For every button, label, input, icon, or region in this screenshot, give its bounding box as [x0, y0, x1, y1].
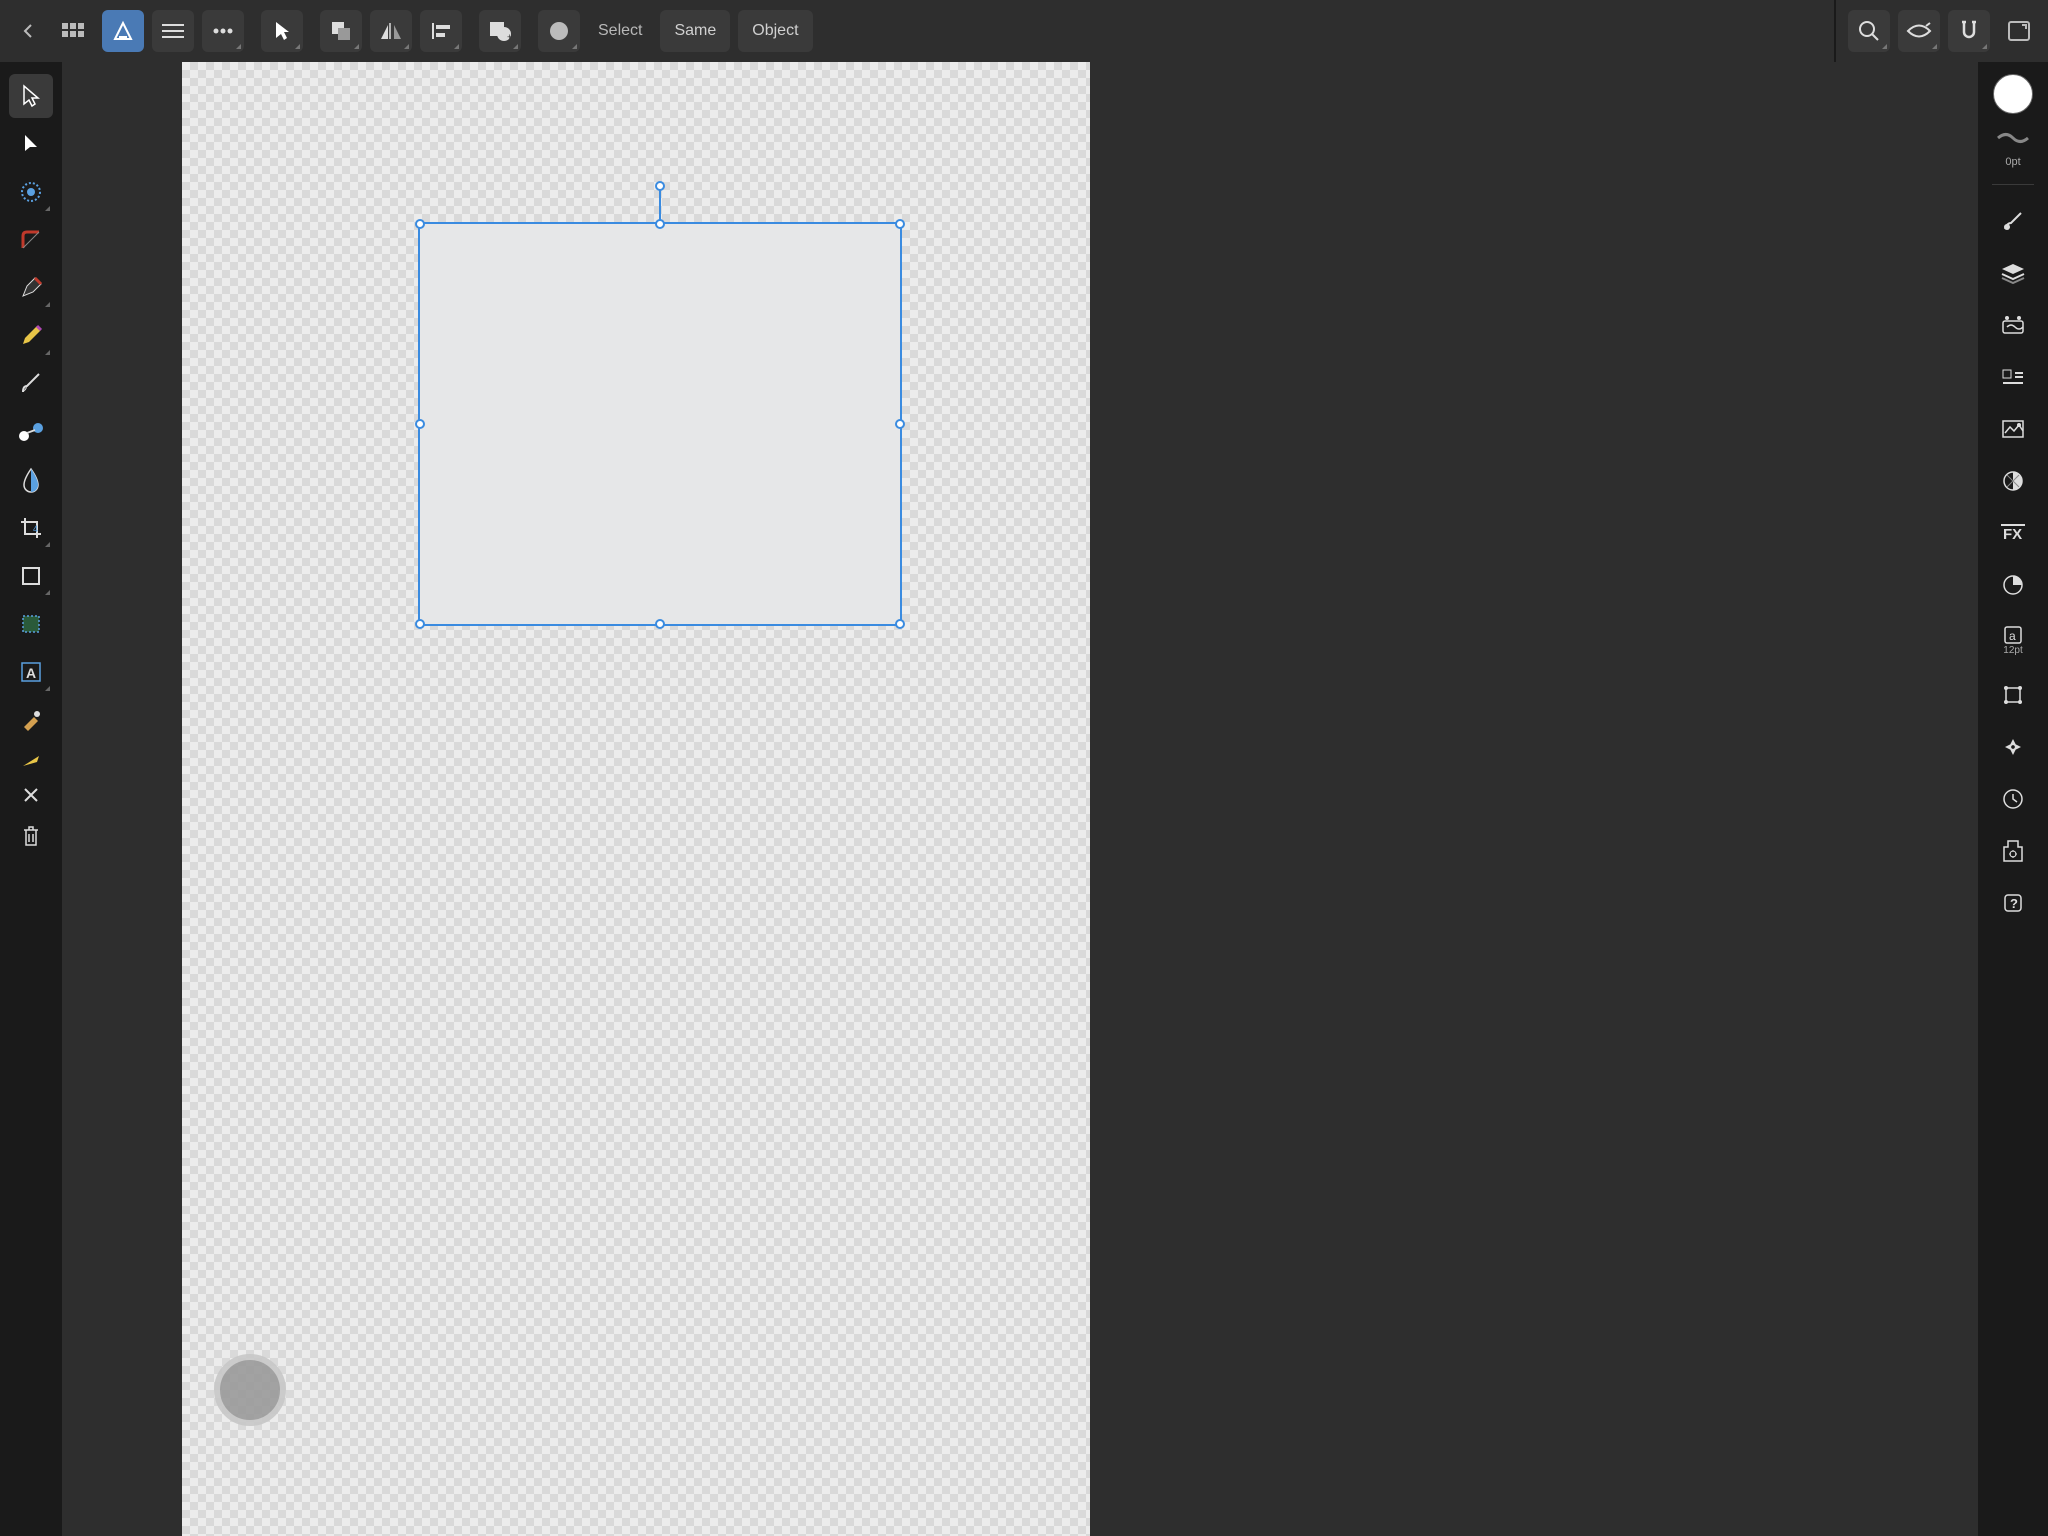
transparency-tool[interactable] — [9, 458, 53, 502]
arrange-order-button[interactable] — [320, 10, 362, 52]
shape-tool[interactable] — [9, 554, 53, 598]
crop-tool[interactable]: 4 — [9, 506, 53, 550]
node-tool[interactable] — [9, 122, 53, 166]
font-size-label: 12pt — [2003, 645, 2022, 656]
corner-tool[interactable] — [9, 218, 53, 262]
svg-text:?: ? — [2010, 896, 2018, 911]
svg-text:4: 4 — [33, 524, 38, 534]
adjustments-panel-icon[interactable] — [1993, 305, 2033, 345]
handle-br[interactable] — [895, 619, 905, 629]
select-object-button[interactable]: Object — [738, 10, 812, 52]
handle-mr[interactable] — [895, 419, 905, 429]
object-label: Object — [752, 22, 798, 40]
top-toolbar: + Select Same Object — [0, 0, 2048, 62]
stock-panel-icon[interactable] — [1993, 409, 2033, 449]
document-canvas[interactable] — [182, 62, 1090, 1536]
brushes-panel-icon[interactable] — [1993, 201, 2033, 241]
stroke-width-label: 0pt — [2005, 156, 2020, 168]
preferences-panel-icon[interactable] — [1993, 831, 2033, 871]
vector-brush-tool[interactable] — [9, 362, 53, 406]
transform-panel-icon[interactable] — [1993, 675, 2033, 715]
right-studio: 0pt FX a 12pt ? — [1978, 62, 2048, 1536]
delete-tool[interactable] — [9, 814, 53, 858]
handle-tc[interactable] — [655, 219, 665, 229]
help-panel-icon[interactable]: ? — [1993, 883, 2033, 923]
navigator-panel-icon[interactable] — [1993, 727, 2033, 767]
svg-text:FX: FX — [2003, 526, 2022, 542]
appearance-panel-icon[interactable] — [1993, 461, 2033, 501]
text-panel-icon[interactable] — [1993, 357, 2033, 397]
point-transform-tool[interactable] — [9, 170, 53, 214]
handle-tr[interactable] — [895, 219, 905, 229]
preview-button[interactable] — [1898, 10, 1940, 52]
move-cursor-toggle[interactable] — [261, 10, 303, 52]
select-same-button[interactable]: Same — [660, 10, 730, 52]
move-tool[interactable] — [9, 74, 53, 118]
character-panel-icon[interactable]: a 12pt — [1993, 617, 2033, 663]
selected-rectangle[interactable] — [418, 222, 902, 626]
same-label: Same — [674, 22, 716, 40]
document-menu-button[interactable] — [152, 10, 194, 52]
align-button[interactable] — [420, 10, 462, 52]
layers-panel-icon[interactable] — [1993, 253, 2033, 293]
fill-tool[interactable] — [9, 410, 53, 454]
history-panel-icon[interactable] — [1993, 779, 2033, 819]
styles-panel-icon[interactable] — [1993, 565, 2033, 605]
fx-panel-icon[interactable]: FX — [1993, 513, 2033, 553]
color-picker-tool[interactable] — [9, 698, 53, 742]
text-tool[interactable]: A — [9, 650, 53, 694]
fill-color-swatch[interactable] — [1993, 74, 2033, 114]
insert-button[interactable] — [538, 10, 580, 52]
pen-tool[interactable] — [9, 266, 53, 310]
rotation-handle[interactable] — [655, 181, 665, 191]
home-grid-button[interactable] — [52, 10, 94, 52]
back-button[interactable] — [8, 10, 50, 52]
canvas-area[interactable] — [62, 62, 1978, 1536]
svg-text:a: a — [2009, 629, 2016, 643]
select-label: Select — [588, 22, 652, 40]
svg-text:+: + — [507, 32, 512, 42]
pencil-tool[interactable] — [9, 314, 53, 358]
app-logo[interactable] — [102, 10, 144, 52]
close-tool[interactable] — [9, 780, 53, 810]
slice-tool[interactable] — [9, 746, 53, 776]
svg-text:A: A — [26, 665, 36, 681]
zoom-button[interactable] — [1848, 10, 1890, 52]
more-menu-button[interactable] — [202, 10, 244, 52]
stroke-style-button[interactable] — [1993, 126, 2033, 150]
snapping-button[interactable] — [1948, 10, 1990, 52]
handle-bl[interactable] — [415, 619, 425, 629]
left-toolbar: 4 A — [0, 62, 62, 1536]
handle-bc[interactable] — [655, 619, 665, 629]
boolean-ops-button[interactable]: + — [479, 10, 521, 52]
touch-modifier-control[interactable] — [214, 1354, 286, 1426]
handle-tl[interactable] — [415, 219, 425, 229]
artboard-tool[interactable] — [9, 602, 53, 646]
toggle-ui-button[interactable] — [1998, 10, 2040, 52]
handle-ml[interactable] — [415, 419, 425, 429]
flip-button[interactable] — [370, 10, 412, 52]
